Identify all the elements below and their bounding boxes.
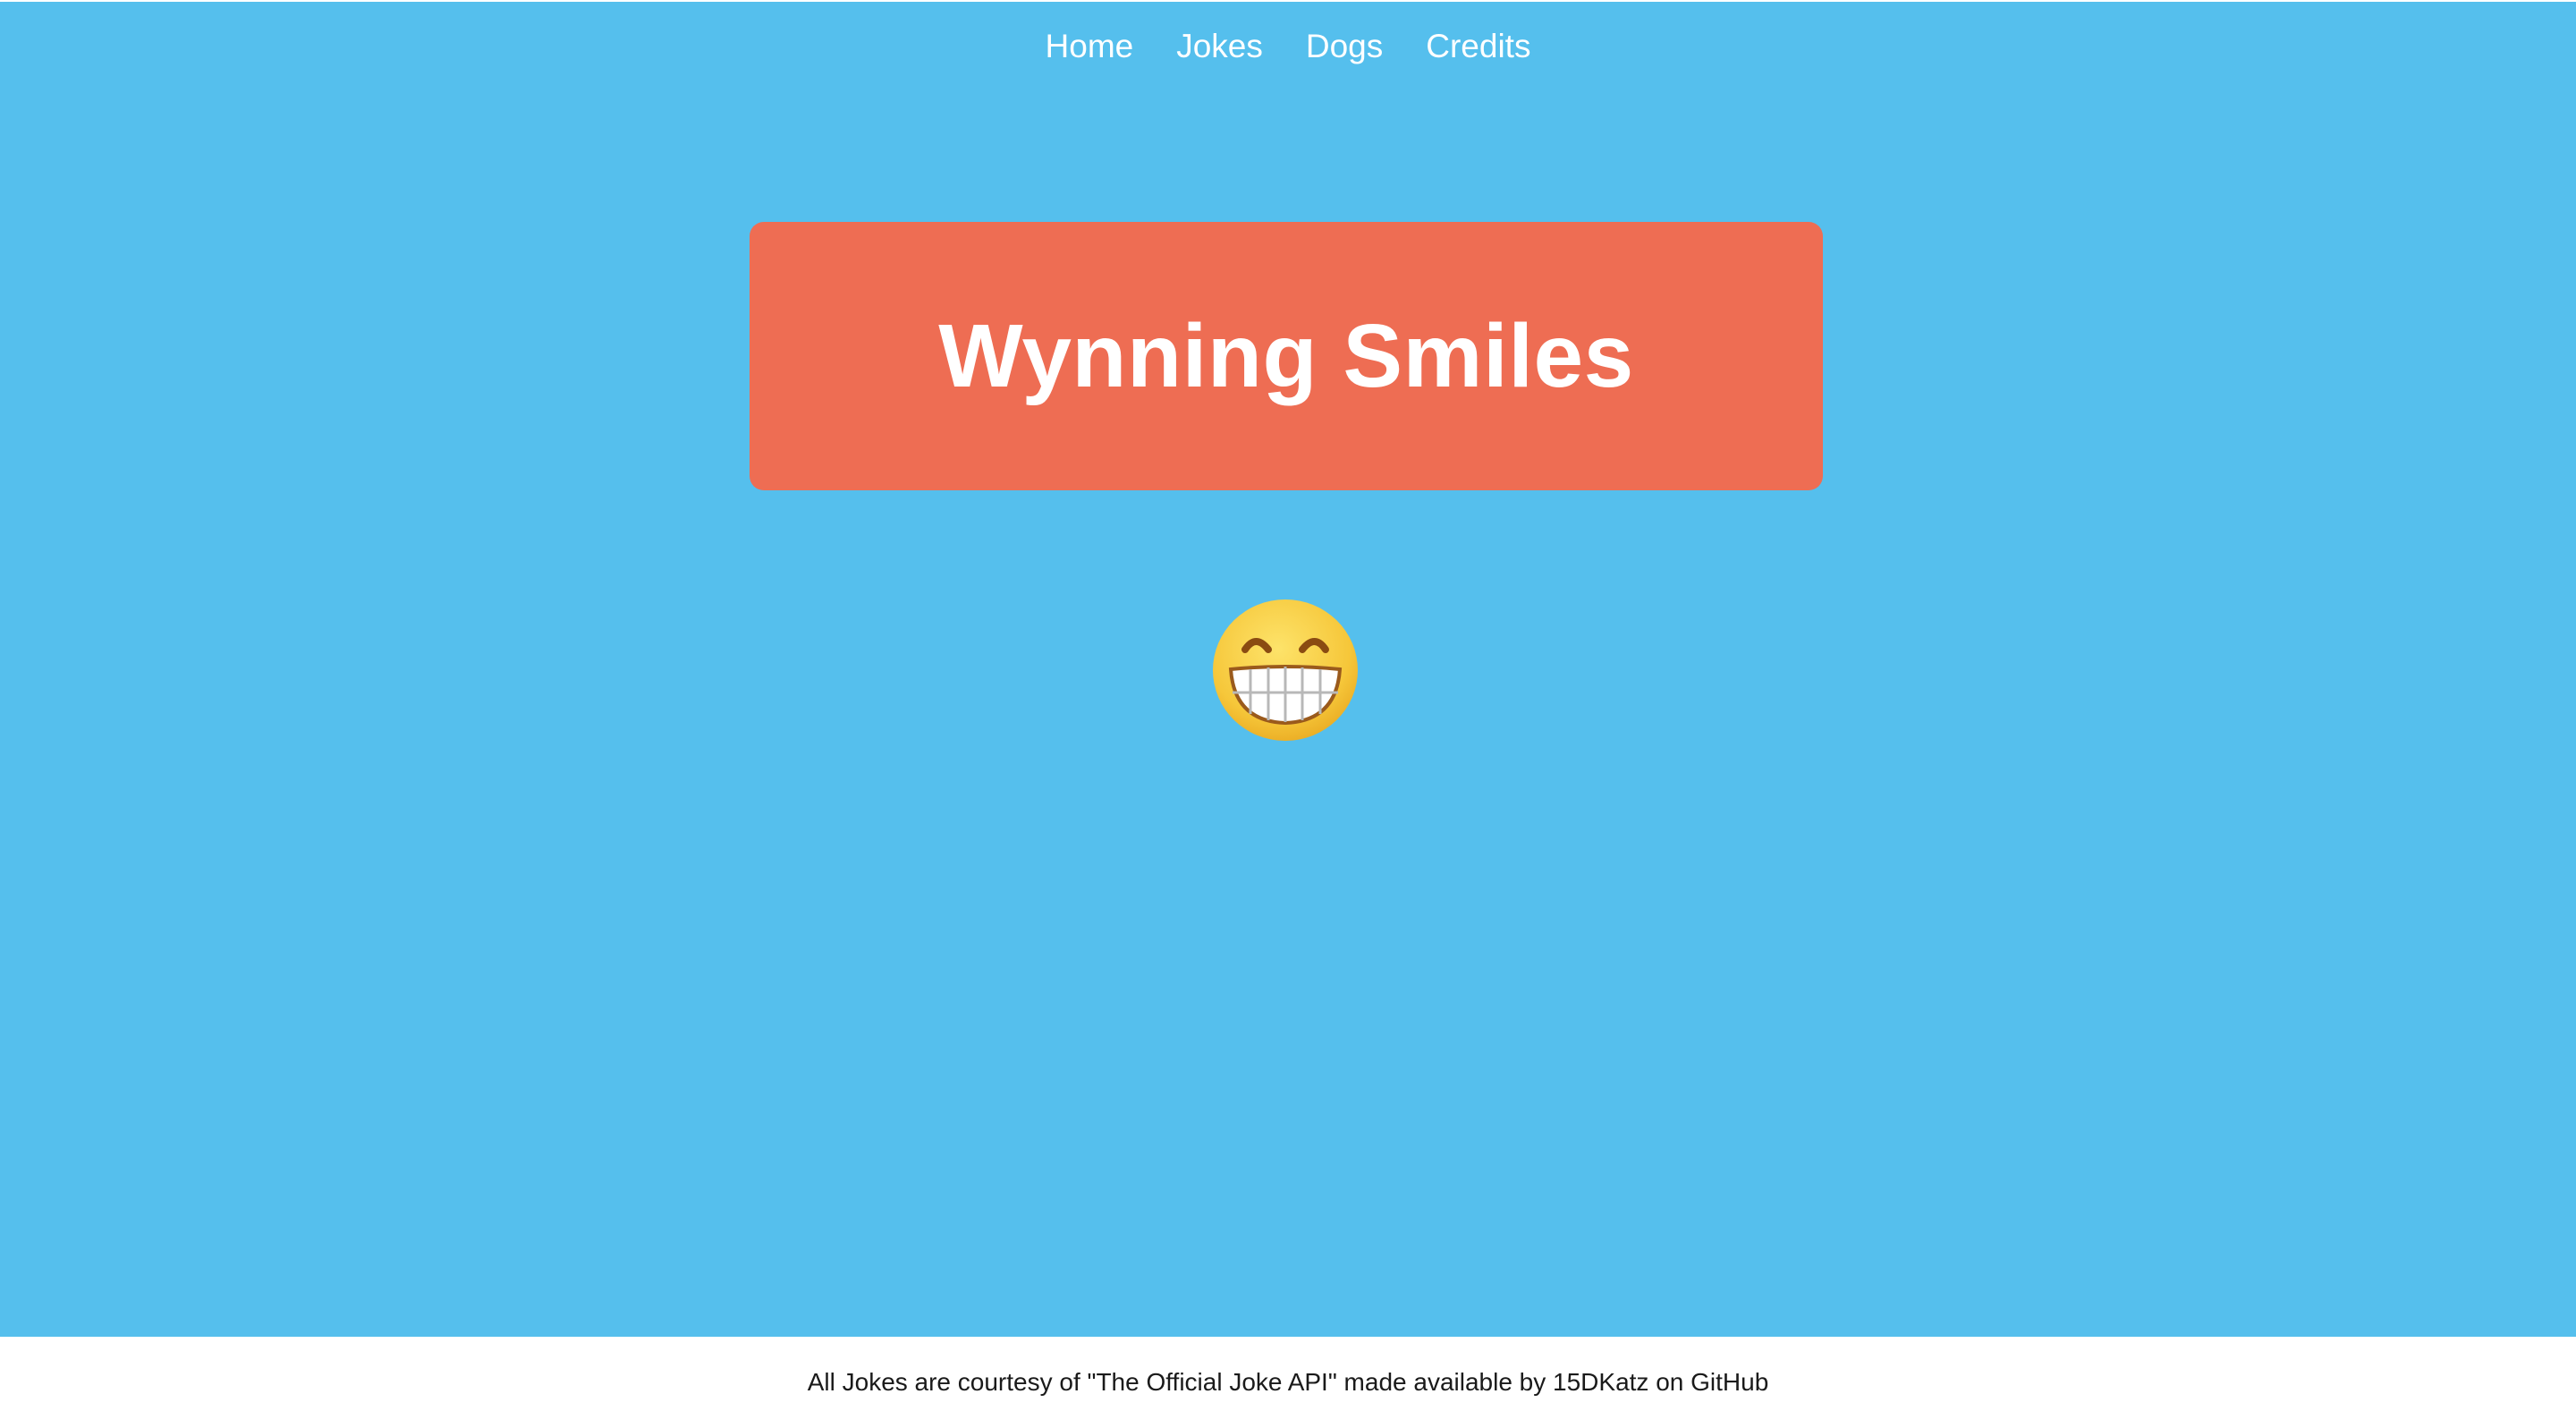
main-area: Home Jokes Dogs Credits Wynning Smiles <box>0 0 2576 1337</box>
nav-jokes-link[interactable]: Jokes <box>1176 21 1263 72</box>
page-title: Wynning Smiles <box>938 305 1634 406</box>
top-nav: Home Jokes Dogs Credits <box>0 21 2576 72</box>
footer-credit-text: All Jokes are courtesy of "The Official … <box>807 1368 1769 1396</box>
grinning-face-icon <box>1213 599 1358 741</box>
nav-dogs-link[interactable]: Dogs <box>1306 21 1383 72</box>
footer: All Jokes are courtesy of "The Official … <box>0 1337 2576 1428</box>
title-banner: Wynning Smiles <box>750 222 1823 490</box>
nav-credits-link[interactable]: Credits <box>1426 21 1530 72</box>
nav-home-link[interactable]: Home <box>1046 21 1134 72</box>
